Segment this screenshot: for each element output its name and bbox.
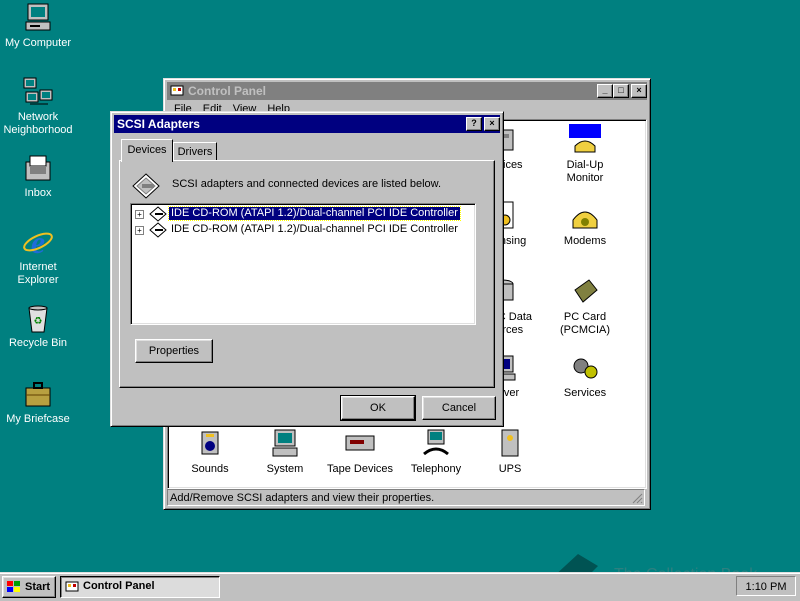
expand-icon[interactable]: +: [135, 210, 144, 219]
desktop-icon-label: Network Neighborhood: [3, 111, 73, 136]
dialup-monitor-icon: [569, 124, 601, 156]
tape-devices-icon: [344, 428, 376, 460]
cp-item-label: Dial-Up Monitor: [566, 159, 604, 184]
recycle-bin-icon: ♻: [22, 302, 54, 334]
desktop-icon-my-computer[interactable]: My Computer: [0, 2, 76, 50]
cp-item-label: PC Card (PCMCIA): [559, 311, 611, 336]
tab-drivers[interactable]: Drivers: [173, 142, 217, 161]
cp-item-pc-card[interactable]: PC Card (PCMCIA): [540, 276, 630, 337]
modems-icon: [569, 200, 601, 232]
svg-text:e: e: [31, 226, 45, 258]
cp-item-ups[interactable]: UPS: [465, 428, 555, 476]
help-button[interactable]: ?: [466, 117, 482, 131]
my-computer-icon: [22, 2, 54, 34]
devices-tab-panel: SCSI adapters and connected devices are …: [119, 160, 495, 388]
cp-item-label: Modems: [563, 235, 607, 247]
control-panel-icon: [65, 580, 79, 593]
ok-button-label: OK: [370, 402, 386, 414]
scsi-adapters-dialog: SCSI Adapters ? × Devices Drivers SCSI a…: [110, 111, 504, 427]
desktop-icon-internet-explorer[interactable]: e Internet Explorer: [0, 224, 76, 287]
tab-drivers-label: Drivers: [177, 146, 213, 158]
start-button[interactable]: Start: [2, 576, 56, 598]
briefcase-icon: [22, 378, 54, 410]
scsi-icon: [132, 173, 160, 199]
cp-item-services[interactable]: Services: [540, 352, 630, 400]
adapter-icon: [149, 222, 167, 238]
system-icon: [269, 428, 301, 460]
status-text: Add/Remove SCSI adapters and view their …: [170, 492, 435, 504]
internet-explorer-icon: e: [22, 224, 54, 260]
control-panel-title: Control Panel: [188, 84, 267, 98]
clock: 1:10 PM: [745, 581, 787, 593]
desktop-icon-label: Internet Explorer: [17, 261, 59, 286]
adapter-icon: [149, 206, 167, 222]
resize-grip-icon[interactable]: [631, 492, 643, 504]
tab-devices[interactable]: Devices: [121, 139, 173, 162]
desktop-icon-label: My Computer: [4, 37, 72, 49]
services-icon: [569, 352, 601, 384]
inbox-icon: [22, 152, 54, 184]
expand-icon[interactable]: +: [135, 226, 144, 235]
dialog-titlebar[interactable]: SCSI Adapters ? ×: [114, 115, 500, 133]
cp-item-dialup-monitor[interactable]: Dial-Up Monitor: [540, 124, 630, 185]
desktop-icon-inbox[interactable]: Inbox: [0, 152, 76, 200]
start-label: Start: [25, 581, 51, 593]
desktop-icon-network-neighborhood[interactable]: Network Neighborhood: [0, 76, 76, 137]
control-panel-icon: [170, 84, 184, 97]
cp-item-modems[interactable]: Modems: [540, 200, 630, 248]
telephony-icon: [420, 428, 452, 460]
cancel-button-label: Cancel: [441, 402, 477, 414]
pc-card-icon: [569, 276, 601, 308]
windows-logo-icon: [6, 580, 22, 594]
minimize-button[interactable]: _: [597, 84, 613, 98]
tab-devices-label: Devices: [127, 144, 167, 156]
desktop-icon-recycle-bin[interactable]: ♻ Recycle Bin: [0, 302, 76, 350]
cp-item-label: Services: [563, 387, 607, 399]
tree-item-label: IDE CD-ROM (ATAPI 1.2)/Dual-channel PCI …: [171, 223, 458, 235]
ok-button[interactable]: OK: [340, 395, 416, 421]
dialog-close-button[interactable]: ×: [484, 117, 500, 131]
tree-item-label: IDE CD-ROM (ATAPI 1.2)/Dual-channel PCI …: [168, 206, 461, 221]
control-panel-titlebar[interactable]: Control Panel _ □ ×: [167, 82, 647, 100]
properties-button[interactable]: Properties: [135, 339, 213, 363]
system-tray[interactable]: 1:10 PM: [736, 576, 796, 596]
dialog-title: SCSI Adapters: [117, 117, 200, 131]
maximize-button[interactable]: □: [613, 84, 629, 98]
desktop-icon-label: Recycle Bin: [8, 337, 68, 349]
cp-item-label: UPS: [498, 463, 522, 475]
properties-button-label: Properties: [148, 345, 200, 357]
network-neighborhood-icon: [22, 76, 54, 108]
desktop-icon-label: My Briefcase: [6, 413, 70, 425]
cancel-button[interactable]: Cancel: [422, 396, 496, 420]
adapter-tree[interactable]: + IDE CD-ROM (ATAPI 1.2)/Dual-channel PC…: [130, 203, 476, 325]
desktop-icon-label: Inbox: [24, 187, 52, 199]
svg-text:♻: ♻: [34, 316, 43, 327]
close-button[interactable]: ×: [631, 84, 647, 98]
status-bar: Add/Remove SCSI adapters and view their …: [167, 489, 645, 506]
dialog-description: SCSI adapters and connected devices are …: [172, 178, 442, 190]
desktop-icon-my-briefcase[interactable]: My Briefcase: [0, 378, 76, 426]
taskbar: Start Control Panel 1:10 PM: [0, 572, 800, 601]
sounds-icon: [194, 428, 226, 460]
taskbar-task-control-panel[interactable]: Control Panel: [60, 576, 220, 598]
ups-icon: [494, 428, 526, 460]
task-label: Control Panel: [83, 580, 155, 592]
